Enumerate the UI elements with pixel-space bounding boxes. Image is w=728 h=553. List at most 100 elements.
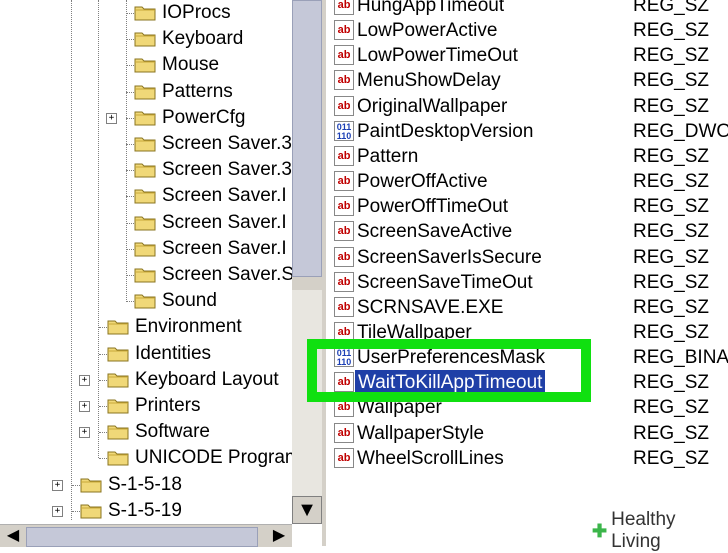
tree-hscroll-thumb[interactable] <box>26 527 258 547</box>
tree-item[interactable]: Mouse <box>0 52 292 78</box>
folder-icon <box>107 397 129 414</box>
tree-item[interactable]: + PowerCfg <box>0 105 292 131</box>
tree-item-label: Screen Saver.I <box>162 211 287 233</box>
tree-item-label: Screen Saver.I <box>162 185 287 207</box>
value-row[interactable]: ab WheelScrollLines REG_SZ <box>326 446 728 471</box>
value-row[interactable]: ab PowerOffTimeOut REG_SZ <box>326 194 728 219</box>
value-type: REG_SZ <box>633 397 710 419</box>
value-type: REG_SZ <box>633 20 710 42</box>
tree-item-label: Software <box>135 421 210 443</box>
tree-item[interactable]: + Software <box>0 419 292 445</box>
scroll-left-arrow-icon[interactable]: ◀ <box>0 525 26 547</box>
value-name[interactable]: LowPowerTimeOut <box>357 43 518 68</box>
tree-item-label: Screen Saver.S <box>162 264 292 285</box>
tree-item-label: Keyboard Layout <box>135 368 279 390</box>
string-value-icon: ab <box>334 221 354 242</box>
folder-icon <box>134 266 156 283</box>
tree-item-label: PowerCfg <box>162 106 246 128</box>
scroll-down-arrow-icon[interactable]: ▼ <box>292 496 322 524</box>
tree-item-label: IOProcs <box>162 2 231 23</box>
value-row[interactable]: ab SCRNSAVE.EXE REG_SZ <box>326 295 728 320</box>
value-row[interactable]: ab MenuShowDelay REG_SZ <box>326 68 728 93</box>
tree-item[interactable]: Screen Saver.S <box>0 262 292 288</box>
expand-plus-icon[interactable]: + <box>106 112 117 124</box>
value-name[interactable]: HungAppTimeout <box>357 0 504 18</box>
value-name[interactable]: PowerOffTimeOut <box>357 194 508 219</box>
value-type: REG_SZ <box>633 95 710 117</box>
value-name[interactable]: WheelScrollLines <box>357 446 504 471</box>
tree-item[interactable]: Screen Saver.I <box>0 183 292 209</box>
value-name[interactable]: ScreenSaveTimeOut <box>357 270 533 295</box>
folder-icon <box>80 476 102 493</box>
value-name[interactable]: MenuShowDelay <box>357 68 501 93</box>
value-row[interactable]: ab PowerOffActive REG_SZ <box>326 169 728 194</box>
value-name[interactable]: SCRNSAVE.EXE <box>357 295 503 320</box>
value-name[interactable]: Pattern <box>357 144 418 169</box>
value-name[interactable]: ScreenSaverIsSecure <box>357 245 542 270</box>
tree-item[interactable]: + Printers <box>0 393 292 419</box>
value-row[interactable]: ab Pattern REG_SZ <box>326 144 728 169</box>
value-row[interactable]: ab HungAppTimeout REG_SZ <box>326 0 728 18</box>
tree-item-label: Screen Saver.3 <box>162 133 292 154</box>
brand-leaf-icon: ✚ <box>592 520 608 541</box>
string-value-icon: ab <box>334 296 354 317</box>
value-name[interactable]: ScreenSaveActive <box>357 219 512 244</box>
tree-horizontal-scrollbar[interactable]: ◀ ▶ <box>0 524 292 547</box>
value-type: REG_SZ <box>633 447 710 469</box>
value-row[interactable]: ab ScreenSaveTimeOut REG_SZ <box>326 270 728 295</box>
tree-scroll-thumb[interactable] <box>292 0 322 277</box>
value-row[interactable]: ab ScreenSaveActive REG_SZ <box>326 219 728 244</box>
tree-item[interactable]: + S-1-5-19 <box>0 498 292 524</box>
folder-icon <box>134 135 156 152</box>
value-row[interactable]: ab LowPowerActive REG_SZ <box>326 18 728 43</box>
tree-item[interactable]: + Keyboard Layout <box>0 367 292 393</box>
string-value-icon: ab <box>334 246 354 267</box>
folder-icon <box>134 30 156 47</box>
tree-item[interactable]: IOProcs <box>0 0 292 26</box>
folder-icon <box>134 56 156 73</box>
tree-vertical-scrollbar[interactable]: ▼ <box>292 0 322 524</box>
expand-plus-icon[interactable]: + <box>52 505 63 517</box>
value-row[interactable]: ab OriginalWallpaper REG_SZ <box>326 94 728 119</box>
folder-icon <box>107 318 129 335</box>
folder-icon <box>134 161 156 178</box>
value-name[interactable]: PaintDesktopVersion <box>357 119 533 144</box>
value-name[interactable]: WallpaperStyle <box>357 421 484 446</box>
tree-item[interactable]: Keyboard <box>0 26 292 52</box>
tree-item[interactable]: Screen Saver.I <box>0 236 292 262</box>
value-row[interactable]: 011 110 PaintDesktopVersion REG_DWO <box>326 119 728 144</box>
value-name[interactable]: PowerOffActive <box>357 169 488 194</box>
value-name[interactable]: LowPowerActive <box>357 18 497 43</box>
tree-item[interactable]: Screen Saver.3 <box>0 157 292 183</box>
tree-item[interactable]: Identities <box>0 341 292 367</box>
value-row[interactable]: ab ScreenSaverIsSecure REG_SZ <box>326 245 728 270</box>
tree-item[interactable]: UNICODE Program <box>0 445 292 471</box>
tree-item[interactable]: Patterns <box>0 79 292 105</box>
string-value-icon: ab <box>334 171 354 192</box>
value-name[interactable]: OriginalWallpaper <box>357 94 507 119</box>
tree-item[interactable]: + S-1-5-18 <box>0 472 292 498</box>
value-type: REG_SZ <box>633 372 710 394</box>
expand-plus-icon[interactable]: + <box>52 479 63 491</box>
value-type: REG_DWO <box>633 120 728 142</box>
scroll-right-arrow-icon[interactable]: ▶ <box>266 525 292 547</box>
value-row[interactable]: ab LowPowerTimeOut REG_SZ <box>326 43 728 68</box>
string-value-icon: ab <box>334 20 354 41</box>
value-type: REG_SZ <box>633 196 710 218</box>
expand-plus-icon[interactable]: + <box>79 374 90 386</box>
value-row[interactable]: ab WallpaperStyle REG_SZ <box>326 421 728 446</box>
watermark: ✚ Healthy Living <box>592 509 728 552</box>
tree-item[interactable]: Screen Saver.I <box>0 210 292 236</box>
tree-item[interactable]: Screen Saver.3 <box>0 131 292 157</box>
tree-item[interactable]: Sound <box>0 288 292 314</box>
registry-tree[interactable]: IOProcs Keyboard Mouse Patterns + PowerCfg Scr… <box>0 0 292 524</box>
registry-value-list[interactable]: ab HungAppTimeout REG_SZ ab LowPowerActive RE… <box>326 0 728 546</box>
folder-icon <box>134 109 156 126</box>
expand-plus-icon[interactable]: + <box>79 401 90 412</box>
expand-plus-icon[interactable]: + <box>79 427 90 439</box>
tree-item-label: Environment <box>135 316 242 338</box>
tree-item-label: Screen Saver.3 <box>162 159 292 181</box>
folder-icon <box>80 502 102 519</box>
binary-value-icon: 011 110 <box>334 120 354 141</box>
tree-item[interactable]: Environment <box>0 314 292 340</box>
